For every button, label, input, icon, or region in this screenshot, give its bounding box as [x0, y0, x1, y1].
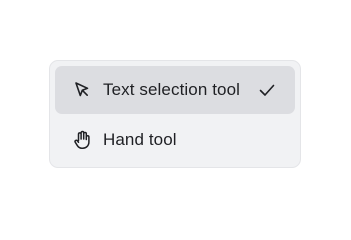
hand-icon	[72, 130, 92, 150]
checkmark-icon	[258, 81, 276, 99]
menu-item-label: Text selection tool	[103, 80, 241, 99]
cursor-arrow-icon	[72, 80, 92, 100]
tool-menu: Text selection tool Hand tool	[49, 60, 301, 168]
menu-item-label: Hand tool	[103, 130, 177, 149]
menu-item-text-selection-tool[interactable]: Text selection tool	[55, 66, 295, 114]
menu-item-hand-tool[interactable]: Hand tool	[55, 116, 295, 164]
